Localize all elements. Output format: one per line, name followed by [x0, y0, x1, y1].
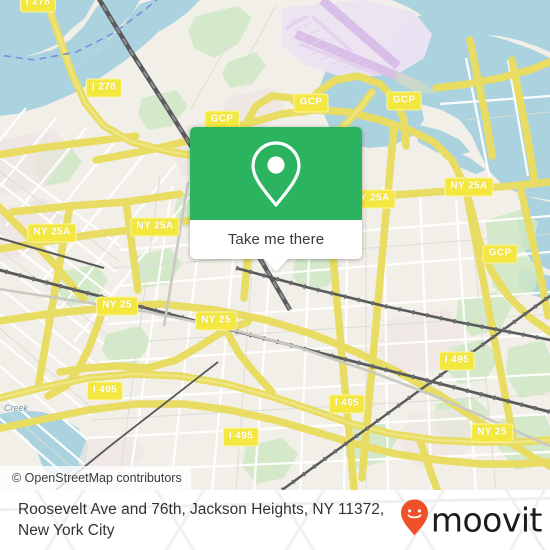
road-shield: I 495: [328, 394, 366, 414]
location-address: Roosevelt Ave and 76th, Jackson Heights,…: [18, 499, 384, 541]
road-shield: GCP: [386, 91, 422, 111]
road-shield: NY 25: [471, 423, 513, 443]
attribution-text: © OpenStreetMap contributors: [12, 471, 182, 485]
road-shield: GCP: [293, 93, 329, 113]
address-line-2: New York City: [18, 522, 115, 539]
road-shield: NY 25: [96, 296, 138, 316]
location-popup-card[interactable]: Take me there: [190, 127, 362, 272]
road-shield: I 495: [86, 381, 124, 401]
map-attribution: © OpenStreetMap contributors: [0, 466, 191, 490]
popup-icon-area: [190, 127, 362, 220]
road-shield: NY 25A: [27, 223, 77, 243]
map-pin-icon: [248, 139, 304, 209]
water-label-creek: Creek: [3, 403, 29, 413]
map-canvas[interactable]: I 278 I 278 GCP GCP GCP NY 25A NY 25A NY…: [0, 0, 550, 490]
moovit-smiley-pin-icon: [400, 499, 429, 542]
moovit-wordmark: moovit: [430, 500, 543, 540]
road-shield: I 278: [85, 78, 123, 98]
take-me-there-button[interactable]: Take me there: [228, 231, 324, 248]
road-shield: GCP: [482, 244, 518, 264]
road-shield: I 495: [222, 427, 260, 447]
road-shield: NY 25: [195, 311, 237, 331]
map-screenshot: I 278 I 278 GCP GCP GCP NY 25A NY 25A NY…: [0, 0, 550, 550]
road-shield: NY 25A: [444, 177, 494, 197]
road-shield: NY 25A: [130, 217, 180, 237]
popup-tail-pointer: [263, 258, 289, 272]
road-shield: I 495: [438, 351, 476, 371]
footer-bar: Roosevelt Ave and 76th, Jackson Heights,…: [0, 490, 550, 550]
moovit-brand[interactable]: moovit: [400, 499, 543, 542]
road-shield: I 278: [19, 0, 57, 13]
address-line-1: Roosevelt Ave and 76th, Jackson Heights,…: [18, 501, 385, 518]
popup-action-area[interactable]: Take me there: [190, 220, 362, 272]
